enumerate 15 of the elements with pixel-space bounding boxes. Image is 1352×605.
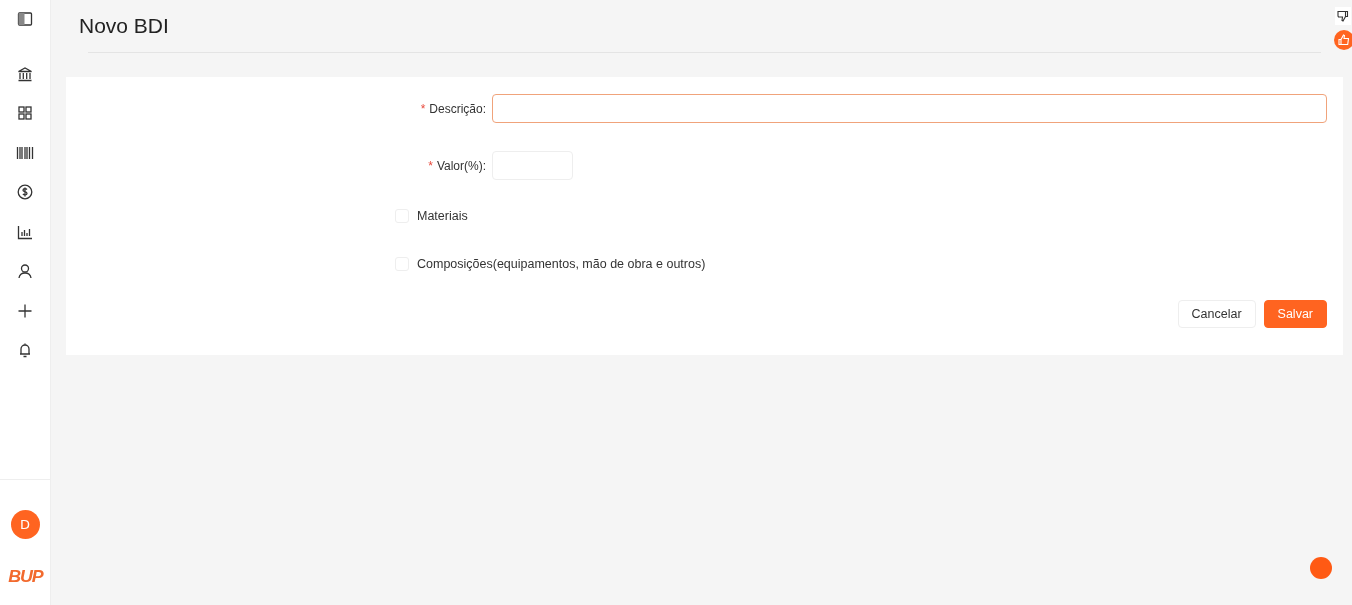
logo: BUP	[7, 567, 43, 587]
thumbs-up-icon[interactable]	[1334, 30, 1352, 50]
avatar[interactable]: D	[10, 510, 40, 539]
checkbox-label: Composições(equipamentos, mão de obra e outros)	[417, 257, 706, 271]
field-label: Valor(%):	[436, 158, 486, 173]
save-button[interactable]: Salvar	[1263, 300, 1327, 328]
page-title: Novo BDI	[79, 14, 169, 38]
chat-ball-icon[interactable]	[1310, 557, 1332, 579]
required-mark: *	[420, 101, 426, 116]
checkbox-label: Materiais	[417, 209, 468, 223]
required-mark: *	[428, 158, 433, 173]
cancel-button[interactable]: Cancelar	[1177, 300, 1256, 328]
thumbs-down-icon[interactable]	[1335, 7, 1351, 25]
input-field[interactable]	[492, 94, 1327, 123]
field-label: Descrição:	[429, 101, 486, 116]
